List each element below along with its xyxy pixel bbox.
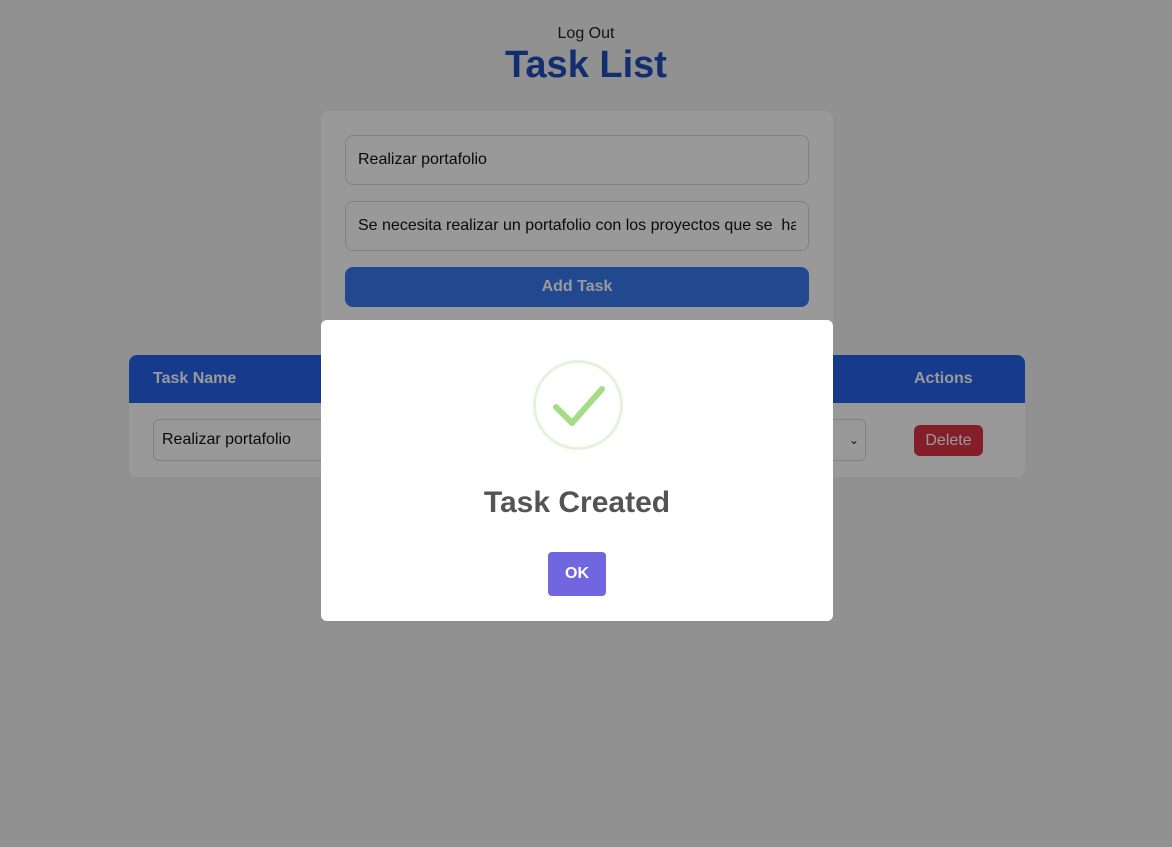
success-check-icon — [533, 360, 623, 450]
dialog-title: Task Created — [483, 486, 671, 519]
success-dialog: Task Created OK — [321, 320, 833, 621]
ok-button[interactable]: OK — [548, 552, 606, 596]
